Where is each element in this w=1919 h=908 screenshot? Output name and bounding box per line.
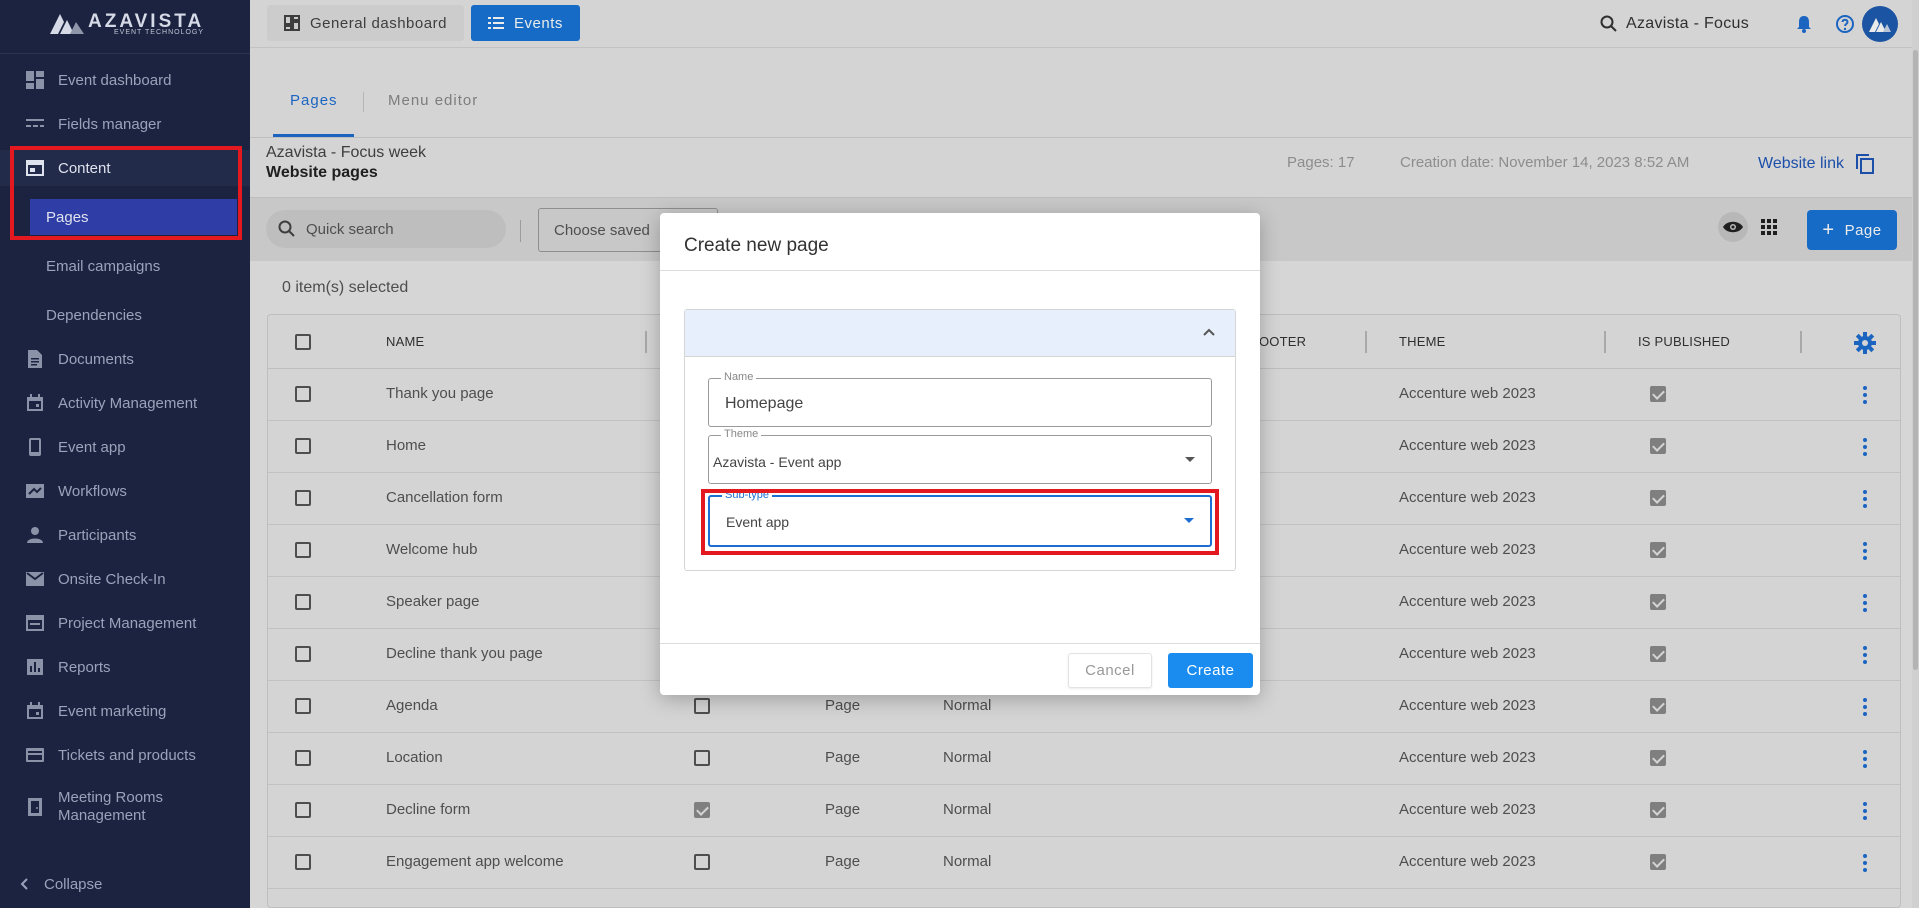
brand-tagline: EVENT TECHNOLOGY <box>114 29 205 36</box>
dropdown-arrow-icon <box>1185 457 1195 462</box>
panel-header[interactable] <box>685 310 1235 357</box>
sidebar-item-label: Event dashboard <box>58 71 172 89</box>
workflow-icon <box>25 481 45 501</box>
sidebar-item-event-app[interactable]: Event app <box>0 429 250 465</box>
sidebar-item-meeting-rooms[interactable]: Meeting Rooms Management <box>0 785 250 829</box>
sidebar-item-label: Project Management <box>58 614 197 632</box>
divider <box>660 643 1260 644</box>
sidebar-item-label: Onsite Check-In <box>58 570 166 588</box>
sidebar: AZAVISTA EVENT TECHNOLOGY Event dashboar… <box>0 0 250 908</box>
sidebar-item-dependencies[interactable]: Dependencies <box>0 297 250 333</box>
sidebar-item-onsite-check-in[interactable]: Onsite Check-In <box>0 561 250 597</box>
chevron-left-icon <box>20 878 28 890</box>
highlight-box <box>701 489 1219 555</box>
logo-mark-icon <box>50 14 84 34</box>
sidebar-item-tickets-and-products[interactable]: Tickets and products <box>0 737 250 773</box>
sidebar-item-participants[interactable]: Participants <box>0 517 250 553</box>
collapse-label: Collapse <box>44 875 103 893</box>
card-icon <box>25 745 45 765</box>
sidebar-item-label: Event marketing <box>58 702 167 720</box>
azavista-logo[interactable]: AZAVISTA EVENT TECHNOLOGY <box>50 10 210 38</box>
sidebar-item-text: Meeting Rooms Management <box>58 789 163 825</box>
theme-select-label: Theme <box>721 428 762 440</box>
name-field-value: Homepage <box>725 395 804 412</box>
name-field-label: Name <box>721 371 757 383</box>
sidebar-item-fields-manager[interactable]: Fields manager <box>0 106 250 142</box>
sidebar-item-label: Workflows <box>58 482 127 500</box>
sidebar-item-reports[interactable]: Reports <box>0 649 250 685</box>
chevron-up-icon <box>1203 328 1215 336</box>
sidebar-item-email-campaigns[interactable]: Email campaigns <box>0 248 250 284</box>
sidebar-item-label: Tickets and products <box>58 746 196 764</box>
create-page-dialog: Create new page Name Homepage Theme Azav… <box>660 213 1260 695</box>
sidebar-item-event-dashboard[interactable]: Event dashboard <box>0 62 250 98</box>
divider <box>0 53 250 54</box>
sidebar-item-label: Participants <box>58 526 137 544</box>
sidebar-item-label: Email campaigns <box>46 257 161 275</box>
sidebar-item-event-marketing[interactable]: Event marketing <box>0 693 250 729</box>
sidebar-item-documents[interactable]: Documents <box>0 341 250 377</box>
calendar-icon <box>25 393 45 413</box>
sidebar-item-activity-management[interactable]: Activity Management <box>0 385 250 421</box>
theme-select[interactable]: Theme Azavista - Event app <box>708 428 1212 484</box>
fields-icon <box>25 114 45 134</box>
reports-icon <box>25 657 45 677</box>
project-icon <box>25 613 45 633</box>
create-button[interactable]: Create <box>1168 653 1253 688</box>
sidebar-item-label: Reports <box>58 658 111 676</box>
mail-icon <box>25 569 45 589</box>
sidebar-item-label-2: Management <box>58 807 146 824</box>
theme-select-value: Azavista - Event app <box>713 454 842 470</box>
phone-icon <box>25 437 45 457</box>
sidebar-item-project-management[interactable]: Project Management <box>0 605 250 641</box>
sidebar-item-label: Fields manager <box>58 115 162 133</box>
meeting-room-icon <box>25 797 45 817</box>
dashboard-icon <box>25 70 45 90</box>
highlight-box <box>10 146 242 240</box>
calendar-icon <box>25 701 45 721</box>
sidebar-item-label: Documents <box>58 350 134 368</box>
person-icon <box>25 525 45 545</box>
sidebar-item-workflows[interactable]: Workflows <box>0 473 250 509</box>
document-icon <box>25 349 45 369</box>
sidebar-item-label: Activity Management <box>58 394 198 412</box>
collapse-button[interactable]: Collapse <box>0 866 250 902</box>
sidebar-item-label: Meeting Rooms <box>58 789 164 806</box>
sidebar-item-label: Dependencies <box>46 306 142 324</box>
divider <box>660 270 1260 271</box>
dialog-title: Create new page <box>684 235 829 256</box>
name-field[interactable]: Name Homepage <box>708 371 1212 427</box>
sidebar-item-label: Event app <box>58 438 126 456</box>
cancel-button[interactable]: Cancel <box>1068 653 1152 688</box>
